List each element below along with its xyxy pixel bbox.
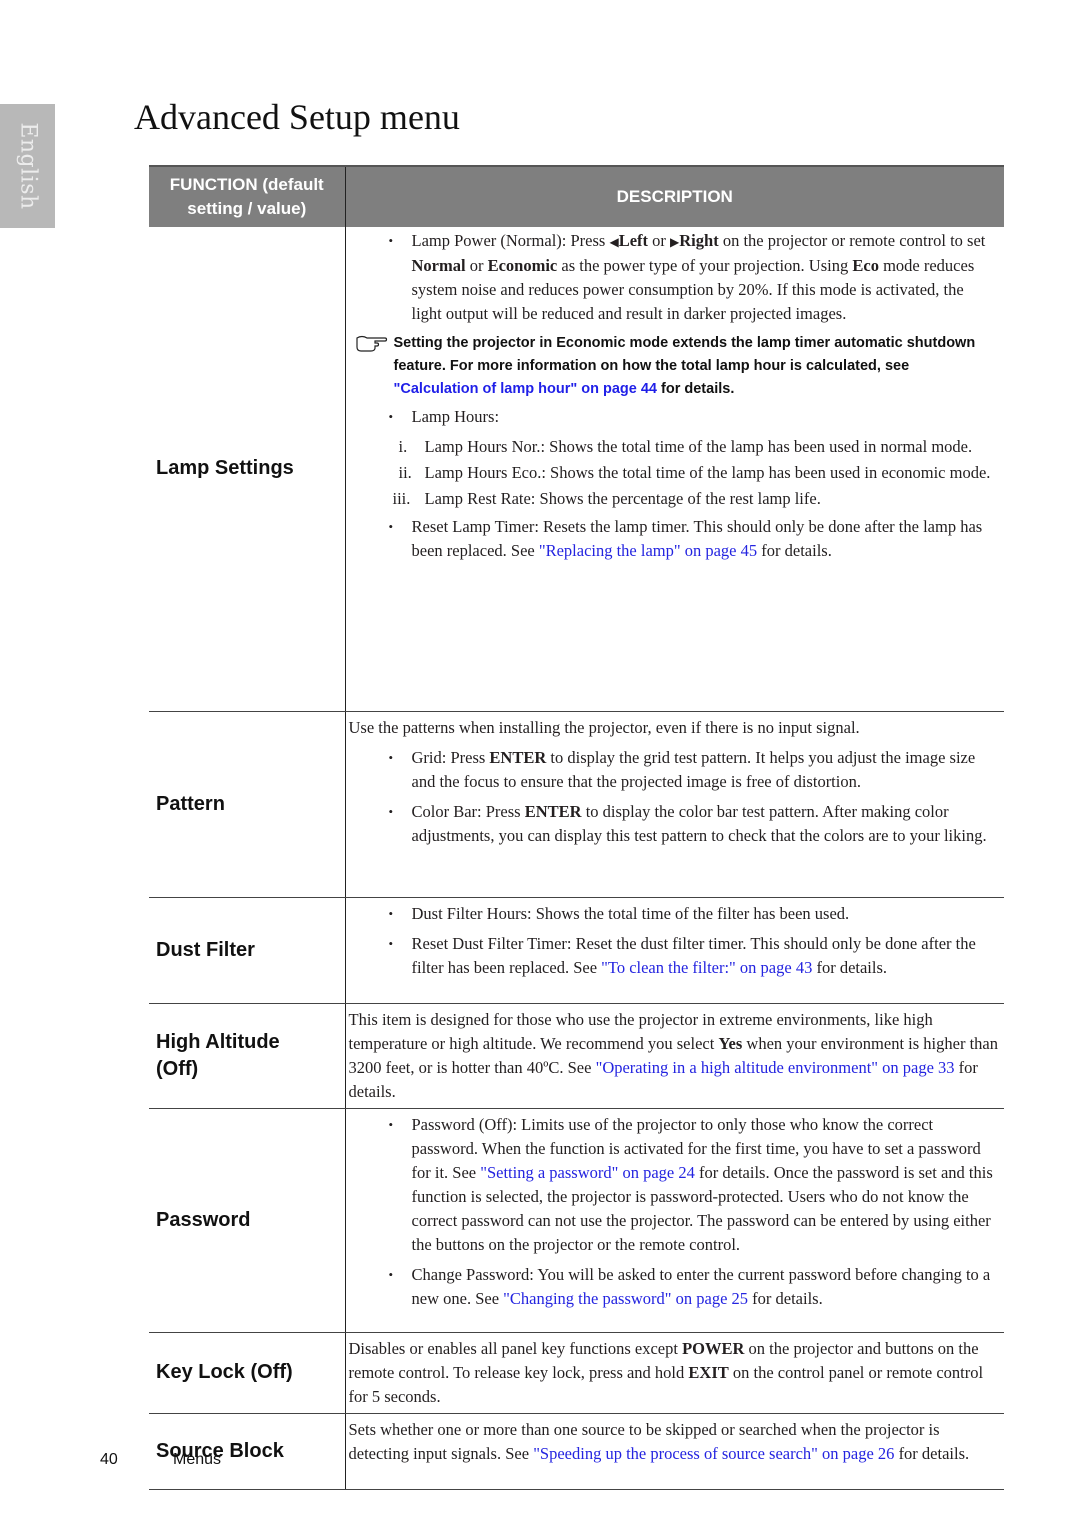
- table-row-pattern: Pattern Use the patterns when installing…: [149, 711, 1004, 898]
- function-high-altitude: High Altitude (Off): [149, 1003, 346, 1109]
- table-header-row: FUNCTION (default setting / value) DESCR…: [149, 165, 1004, 227]
- description-source-block: Sets whether one or more than one source…: [345, 1413, 1004, 1490]
- function-password: Password: [149, 1108, 346, 1333]
- link-operating-high-altitude[interactable]: "Operating in a high altitude environmen…: [596, 1058, 955, 1077]
- language-label: English: [15, 122, 40, 210]
- list-item-lamp-hours-eco: ii. Lamp Hours Eco.: Shows the total time…: [398, 463, 991, 482]
- advanced-setup-table: FUNCTION (default setting / value) DESCR…: [149, 165, 1004, 1490]
- function-lamp-settings: Lamp Settings: [149, 227, 346, 712]
- description-column-header: DESCRIPTION: [345, 165, 1004, 227]
- function-pattern: Pattern: [149, 711, 346, 898]
- right-arrow-icon: ▶: [670, 235, 680, 249]
- note-economic-mode: Setting the projector in Economic mode e…: [349, 332, 999, 401]
- function-key-lock: Key Lock (Off): [149, 1332, 346, 1414]
- description-lamp-settings: Lamp Power (Normal): Press ◀Left or ▶Rig…: [345, 227, 1004, 712]
- table-row-lamp-settings: Lamp Settings Lamp Power (Normal): Press…: [149, 227, 1004, 712]
- link-changing-the-password[interactable]: "Changing the password" on page 25: [503, 1289, 748, 1308]
- page-number: 40: [100, 1451, 118, 1468]
- link-calculation-of-lamp-hour[interactable]: "Calculation of lamp hour" on page 44: [394, 381, 658, 397]
- description-key-lock: Disables or enables all panel key functi…: [345, 1332, 1004, 1414]
- list-item-lamp-hours: Lamp Hours:: [349, 405, 999, 429]
- table-row-password: Password Password (Off): Limits use of t…: [149, 1108, 1004, 1333]
- link-speeding-up-source-search[interactable]: "Speeding up the process of source searc…: [533, 1444, 894, 1463]
- description-password: Password (Off): Limits use of the projec…: [345, 1108, 1004, 1333]
- description-high-altitude: This item is designed for those who use …: [345, 1003, 1004, 1109]
- pointing-hand-icon: [355, 335, 387, 352]
- list-item-lamp-hours-nor: i. Lamp Hours Nor.: Shows the total time …: [398, 437, 973, 456]
- table-row-dust-filter: Dust Filter Dust Filter Hours: Shows the…: [149, 897, 1004, 1004]
- list-item-color-bar: Color Bar: Press ENTER to display the co…: [349, 800, 999, 848]
- left-arrow-icon: ◀: [609, 235, 619, 249]
- table-row-source-block: Source Block Sets whether one or more th…: [149, 1413, 1004, 1490]
- link-setting-a-password[interactable]: "Setting a password" on page 24: [480, 1163, 695, 1182]
- list-item-dust-filter-hours: Dust Filter Hours: Shows the total time …: [349, 902, 999, 926]
- table-row-key-lock: Key Lock (Off) Disables or enables all p…: [149, 1332, 1004, 1414]
- list-item-change-password: Change Password: You will be asked to en…: [349, 1263, 999, 1311]
- table-row-high-altitude: High Altitude (Off) This item is designe…: [149, 1003, 1004, 1109]
- description-dust-filter: Dust Filter Hours: Shows the total time …: [345, 897, 1004, 1004]
- language-side-tab: English: [0, 104, 55, 228]
- list-item-reset-dust-filter-timer: Reset Dust Filter Timer: Reset the dust …: [349, 932, 999, 980]
- description-pattern: Use the patterns when installing the pro…: [345, 711, 1004, 898]
- function-column-header: FUNCTION (default setting / value): [149, 165, 346, 227]
- link-replacing-the-lamp[interactable]: "Replacing the lamp" on page 45: [539, 541, 757, 560]
- list-item-password-off: Password (Off): Limits use of the projec…: [349, 1113, 999, 1257]
- list-item-reset-lamp-timer: Reset Lamp Timer: Resets the lamp timer.…: [349, 515, 999, 563]
- list-item-lamp-rest-rate: iii. Lamp Rest Rate: Shows the percentage…: [392, 489, 821, 508]
- page-title: Advanced Setup menu: [134, 97, 460, 137]
- function-dust-filter: Dust Filter: [149, 897, 346, 1004]
- footer-section-name: Menus: [173, 1451, 222, 1468]
- list-item-lamp-power: Lamp Power (Normal): Press ◀Left or ▶Rig…: [349, 229, 999, 326]
- link-to-clean-the-filter[interactable]: "To clean the filter:" on page 43: [601, 958, 812, 977]
- list-item-grid: Grid: Press ENTER to display the grid te…: [349, 746, 999, 794]
